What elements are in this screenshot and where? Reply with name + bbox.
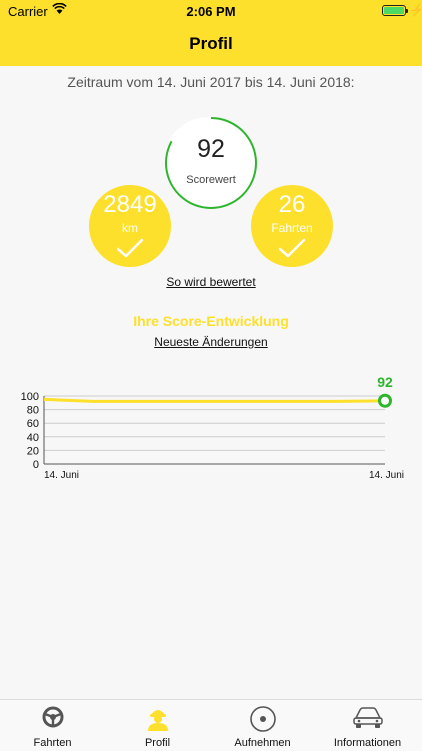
charging-icon: ⚡ [409,3,422,17]
checkmark-icon [117,238,143,258]
latest-changes-link[interactable]: Neueste Änderungen [154,335,267,349]
y-tick-label: 80 [27,405,39,417]
checkmark-icon [279,238,305,258]
driver-icon [147,710,168,731]
trips-label: Fahrten [271,221,313,235]
latest-score-marker [378,393,392,408]
period-text: Zeitraum vom 14. Juni 2017 bis 14. Juni … [67,74,355,90]
tab-label: Aufnehmen [234,737,291,749]
latest-changes-link-row: Neueste Änderungen [0,335,422,349]
tab-aufnehmen[interactable]: Aufnehmen [210,700,315,751]
score-development-title: Ihre Score-Entwicklung [133,313,289,329]
score-line [43,397,386,403]
y-tick-label: 40 [27,432,39,444]
score-circle: 92 Scorewert [165,117,257,209]
y-tick-label: 0 [33,459,39,471]
y-tick-label: 100 [21,391,39,403]
how-rated-link[interactable]: So wird bewertet [166,275,255,289]
tab-bar: Fahrten Profil Aufnehmen Informationen [0,699,422,751]
status-time: 2:06 PM [186,4,236,19]
y-tick-label: 60 [27,418,39,430]
trips-value: 26 [278,191,306,218]
tab-informationen[interactable]: Informationen [315,700,420,751]
navigation-bar: Profil [0,22,422,66]
car-icon [352,707,383,728]
latest-score-label: 92 [377,374,393,390]
tab-label: Profil [144,737,171,749]
x-tick-label: 14. Juni [44,470,79,481]
distance-value: 2849 [103,191,157,218]
page-title: Profil [189,34,233,53]
battery-icon [382,5,408,16]
how-rated-link-row: So wird bewertet [0,275,422,289]
x-tick-label: 14. Juni [369,470,404,481]
score-label: Scorewert [186,174,236,186]
tab-fahrten[interactable]: Fahrten [0,700,105,751]
tab-label: Fahrten [33,737,72,749]
tab-profil[interactable]: Profil [105,700,210,751]
distance-circle: 2849 km [89,185,171,267]
steering-wheel-icon [42,706,63,728]
score-chart: 0 2040 6080 100 14. Juni 14. Juni 92 [21,374,404,481]
score-value: 92 [197,135,225,163]
trips-circle: 26 Fahrten [251,185,333,267]
status-bar: Carrier 2:06 PM ⚡ [0,0,422,22]
record-icon [249,706,276,732]
tab-label: Informationen [333,737,402,749]
y-tick-label: 20 [27,445,39,457]
distance-unit: km [122,221,138,235]
